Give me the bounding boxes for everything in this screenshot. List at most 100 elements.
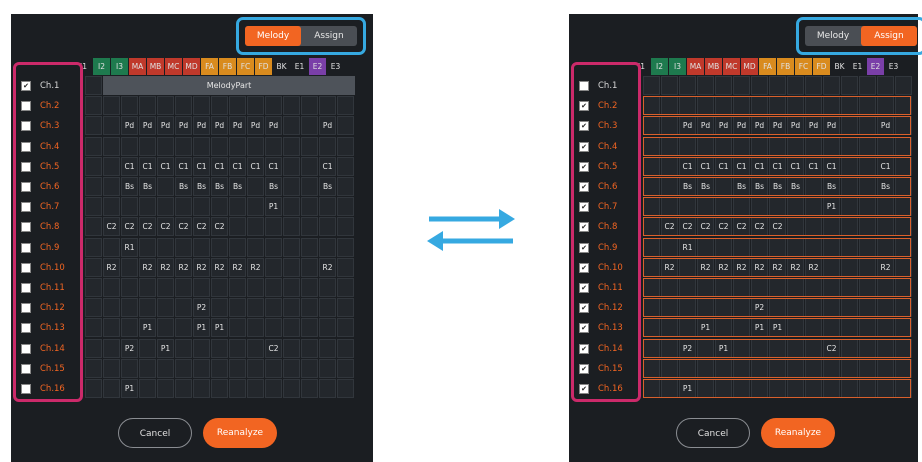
- grid-cell[interactable]: [175, 379, 192, 398]
- grid-cell[interactable]: [841, 177, 858, 196]
- grid-cell[interactable]: R2: [733, 257, 750, 277]
- channel-row[interactable]: Ch.10: [21, 258, 65, 278]
- grid-cell[interactable]: [841, 278, 858, 297]
- grid-cell[interactable]: R1: [121, 237, 138, 257]
- grid-cell[interactable]: [85, 136, 102, 156]
- grid-cell[interactable]: [715, 237, 732, 257]
- grid-cell[interactable]: Pd: [121, 116, 138, 136]
- grid-cell[interactable]: Pd: [319, 116, 336, 136]
- grid-cell[interactable]: [247, 298, 264, 318]
- grid-cell[interactable]: [139, 358, 156, 378]
- grid-cell[interactable]: [823, 237, 840, 257]
- grid-cell[interactable]: [805, 358, 822, 378]
- grid-cell[interactable]: [679, 96, 696, 116]
- grid-cell[interactable]: C2: [265, 338, 282, 358]
- grid-cell[interactable]: Bs: [769, 177, 786, 196]
- grid-cell[interactable]: P1: [697, 318, 714, 338]
- grid-cell[interactable]: [175, 96, 192, 116]
- grid-cell[interactable]: [211, 197, 228, 217]
- grid-cell[interactable]: [805, 379, 822, 398]
- grid-cell[interactable]: [337, 379, 354, 398]
- grid-cell[interactable]: [823, 96, 840, 116]
- grid-cell[interactable]: [85, 96, 102, 116]
- grid-cell[interactable]: [157, 197, 174, 217]
- channel-row[interactable]: Ch.8: [21, 217, 59, 237]
- grid-cell[interactable]: R2: [193, 257, 210, 277]
- grid-cell[interactable]: Bs: [733, 177, 750, 196]
- grid-cell[interactable]: P2: [121, 338, 138, 358]
- grid-cell[interactable]: [895, 318, 912, 338]
- grid-cell[interactable]: [859, 217, 876, 237]
- grid-cell[interactable]: [841, 298, 858, 318]
- grid-cell[interactable]: [193, 96, 210, 116]
- grid-cell[interactable]: [337, 358, 354, 378]
- melody-tab[interactable]: Melody: [245, 26, 301, 46]
- channel-checkbox[interactable]: [21, 222, 31, 233]
- grid-cell[interactable]: Bs: [121, 177, 138, 196]
- grid-cell[interactable]: [697, 197, 714, 217]
- channel-row[interactable]: Ch.16: [21, 379, 65, 399]
- mode-toggle[interactable]: Melody Assign: [805, 26, 917, 46]
- grid-cell[interactable]: [751, 338, 768, 358]
- grid-cell[interactable]: [733, 379, 750, 398]
- grid-cell[interactable]: [859, 298, 876, 318]
- channel-row[interactable]: Ch.15: [21, 359, 65, 379]
- grid-cell[interactable]: Pd: [697, 116, 714, 136]
- grid-cell[interactable]: Bs: [265, 177, 282, 196]
- grid-cell[interactable]: Pd: [247, 116, 264, 136]
- grid-cell[interactable]: [769, 358, 786, 378]
- grid-cell[interactable]: C2: [175, 217, 192, 237]
- grid-cell[interactable]: [103, 237, 120, 257]
- grid-cell[interactable]: [283, 217, 300, 237]
- grid-cell[interactable]: P1: [679, 379, 696, 398]
- grid-cell[interactable]: [301, 136, 318, 156]
- grid-cell[interactable]: [229, 96, 246, 116]
- grid-cell[interactable]: Pd: [769, 116, 786, 136]
- grid-cell[interactable]: [697, 76, 714, 95]
- channel-row[interactable]: ✔ Ch.9: [579, 238, 617, 258]
- grid-cell[interactable]: [643, 156, 660, 176]
- channel-checkbox[interactable]: [21, 202, 31, 213]
- grid-cell[interactable]: [211, 278, 228, 297]
- reanalyze-button[interactable]: Reanalyze: [203, 418, 277, 448]
- grid-cell[interactable]: P2: [193, 298, 210, 318]
- grid-cell[interactable]: R1: [679, 237, 696, 257]
- grid-cell[interactable]: [823, 358, 840, 378]
- channel-row[interactable]: ✔ Ch.1: [21, 76, 59, 96]
- grid-cell[interactable]: C1: [877, 156, 894, 176]
- grid-cell[interactable]: [895, 116, 912, 136]
- grid-cell[interactable]: [715, 197, 732, 217]
- grid-cell[interactable]: C1: [823, 156, 840, 176]
- grid-cell[interactable]: [859, 76, 876, 95]
- channel-row[interactable]: Ch.12: [21, 298, 65, 318]
- grid-cell[interactable]: [139, 278, 156, 297]
- grid-cell[interactable]: Bs: [229, 177, 246, 196]
- channel-checkbox[interactable]: ✔: [579, 262, 589, 273]
- grid-cell[interactable]: [283, 278, 300, 297]
- channel-row[interactable]: Ch.7: [21, 197, 59, 217]
- channel-checkbox[interactable]: [21, 363, 31, 374]
- grid-cell[interactable]: [229, 358, 246, 378]
- grid-cell[interactable]: P2: [679, 338, 696, 358]
- grid-cell[interactable]: [283, 237, 300, 257]
- grid-cell[interactable]: C1: [787, 156, 804, 176]
- channel-checkbox[interactable]: ✔: [579, 363, 589, 374]
- grid-cell[interactable]: [733, 237, 750, 257]
- grid-cell[interactable]: R2: [751, 257, 768, 277]
- grid-cell[interactable]: [103, 197, 120, 217]
- grid-cell[interactable]: [85, 278, 102, 297]
- channel-row[interactable]: ✔ Ch.7: [579, 197, 617, 217]
- grid-cell[interactable]: [787, 379, 804, 398]
- channel-checkbox[interactable]: [21, 384, 31, 394]
- grid-cell[interactable]: [193, 197, 210, 217]
- grid-cell[interactable]: [301, 217, 318, 237]
- grid-cell[interactable]: C2: [139, 217, 156, 237]
- grid-cell[interactable]: Pd: [679, 116, 696, 136]
- grid-cell[interactable]: [643, 116, 660, 136]
- grid-cell[interactable]: [787, 76, 804, 95]
- grid-cell[interactable]: [661, 136, 678, 156]
- grid-cell[interactable]: [229, 278, 246, 297]
- grid-cell[interactable]: Pd: [265, 116, 282, 136]
- grid-cell[interactable]: [715, 358, 732, 378]
- grid-cell[interactable]: R2: [157, 257, 174, 277]
